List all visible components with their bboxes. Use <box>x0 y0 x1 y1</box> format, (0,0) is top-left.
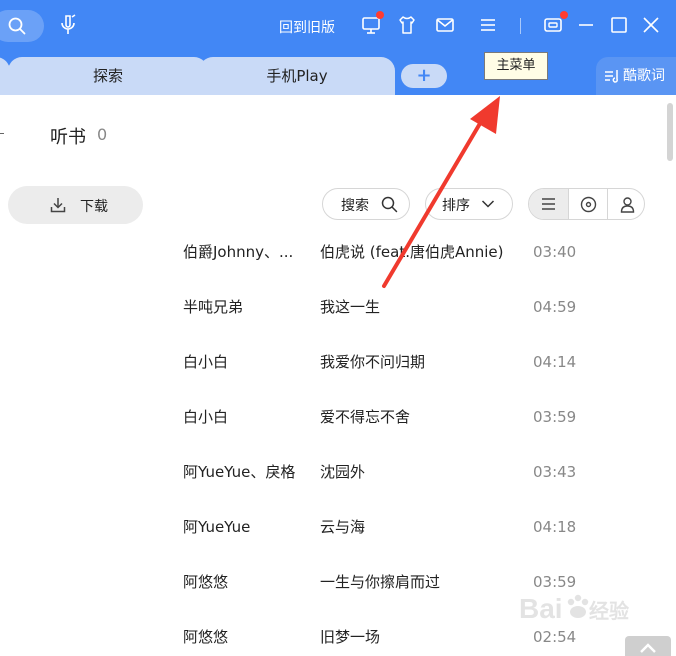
tab-phone-play[interactable]: 手机Play <box>199 57 395 95</box>
search-label: 搜索 <box>341 198 369 214</box>
svg-text:Bai: Bai <box>519 593 563 624</box>
toolbar-divider <box>520 18 521 34</box>
sort-dropdown[interactable]: 排序 <box>425 188 513 220</box>
song-title[interactable]: 伯虎说 (feat.唐伯虎Annie) <box>320 241 504 262</box>
song-artist[interactable]: 阿悠悠 <box>183 626 228 647</box>
song-title[interactable]: 沈园外 <box>320 461 365 482</box>
song-artist[interactable]: 白小白 <box>183 351 228 372</box>
baidu-watermark: Bai 经验 <box>519 593 629 624</box>
maximize-icon[interactable] <box>608 14 630 36</box>
kuge-lyrics-button[interactable]: 酷歌词 <box>596 57 676 95</box>
song-row[interactable]: 白小白 我爱你不问归期 04:14 <box>0 351 660 406</box>
song-duration: 03:59 <box>533 408 577 426</box>
kuge-label: 酷歌词 <box>623 68 665 84</box>
mic-icon[interactable] <box>58 13 80 37</box>
song-artist[interactable]: 伯爵Johnny、... <box>183 241 293 262</box>
song-row[interactable]: 阿YueYue 云与海 04:18 <box>0 516 660 571</box>
page-title: 听书 <box>50 127 86 148</box>
song-duration: 03:43 <box>533 463 577 481</box>
download-button[interactable]: 下载 <box>8 186 143 224</box>
list-icon <box>542 198 555 210</box>
disc-icon <box>580 196 597 213</box>
svg-text:经验: 经验 <box>589 599 629 623</box>
song-duration: 04:59 <box>533 298 577 316</box>
shirt-icon[interactable] <box>396 14 418 36</box>
song-title[interactable]: 一生与你擦肩而过 <box>320 571 440 592</box>
mail-icon[interactable] <box>434 14 456 36</box>
song-artist[interactable]: 阿悠悠 <box>183 571 228 592</box>
close-icon[interactable] <box>640 14 662 36</box>
list-view-button[interactable] <box>529 189 568 219</box>
song-title[interactable]: 云与海 <box>320 516 365 537</box>
item-count: 0 <box>97 125 108 144</box>
person-icon <box>620 197 635 213</box>
tab-explore[interactable]: 探索 <box>8 57 208 95</box>
search-songs-button[interactable]: 搜索 <box>322 188 410 220</box>
song-duration: 03:40 <box>533 243 577 261</box>
download-label: 下载 <box>80 199 108 215</box>
main-menu-tooltip: 主菜单 <box>484 52 548 80</box>
song-artist[interactable]: 半吨兄弟 <box>183 296 243 317</box>
scrollbar-thumb[interactable] <box>667 103 673 161</box>
title-bar: 回到旧版 探索 手机Play + 酷歌词 <box>0 0 676 95</box>
search-icon <box>8 17 26 35</box>
menu-icon[interactable] <box>477 14 499 36</box>
minimize-icon[interactable] <box>575 14 597 36</box>
back-to-old-version-link[interactable]: 回到旧版 <box>279 17 335 37</box>
sort-label: 排序 <box>442 198 470 214</box>
song-title[interactable]: 爱不得忘不舍 <box>320 406 410 427</box>
chevron-down-icon <box>481 200 495 208</box>
song-row[interactable]: 白小白 爱不得忘不舍 03:59 <box>0 406 660 461</box>
song-duration: 04:14 <box>533 353 577 371</box>
notification-dot <box>376 11 384 19</box>
song-row[interactable]: 半吨兄弟 我这一生 04:59 <box>0 296 660 351</box>
lyrics-icon <box>605 70 618 83</box>
song-row[interactable]: 阿YueYue、戾格 沈园外 03:43 <box>0 461 660 516</box>
album-view-button[interactable] <box>569 189 608 219</box>
song-artist[interactable]: 阿YueYue <box>183 516 250 537</box>
song-title[interactable]: 我爱你不问归期 <box>320 351 425 372</box>
song-duration: 04:18 <box>533 518 577 536</box>
chevron-up-icon <box>640 643 656 653</box>
artist-view-button[interactable] <box>608 189 644 219</box>
song-row[interactable]: 伯爵Johnny、... 伯虎说 (feat.唐伯虎Annie) 03:40 <box>0 241 660 296</box>
download-icon <box>50 198 66 213</box>
search-toggle-button[interactable] <box>0 10 44 42</box>
song-title[interactable]: 我这一生 <box>320 296 380 317</box>
view-mode-switcher <box>528 188 645 220</box>
add-tab-button[interactable]: + <box>401 64 447 88</box>
song-artist[interactable]: 阿YueYue、戾格 <box>183 461 295 482</box>
search-icon <box>381 196 398 213</box>
notification-dot <box>560 11 568 19</box>
collapse-marker <box>0 133 4 134</box>
back-to-top-button[interactable] <box>625 636 671 656</box>
song-title[interactable]: 旧梦一场 <box>320 626 380 647</box>
song-artist[interactable]: 白小白 <box>183 406 228 427</box>
